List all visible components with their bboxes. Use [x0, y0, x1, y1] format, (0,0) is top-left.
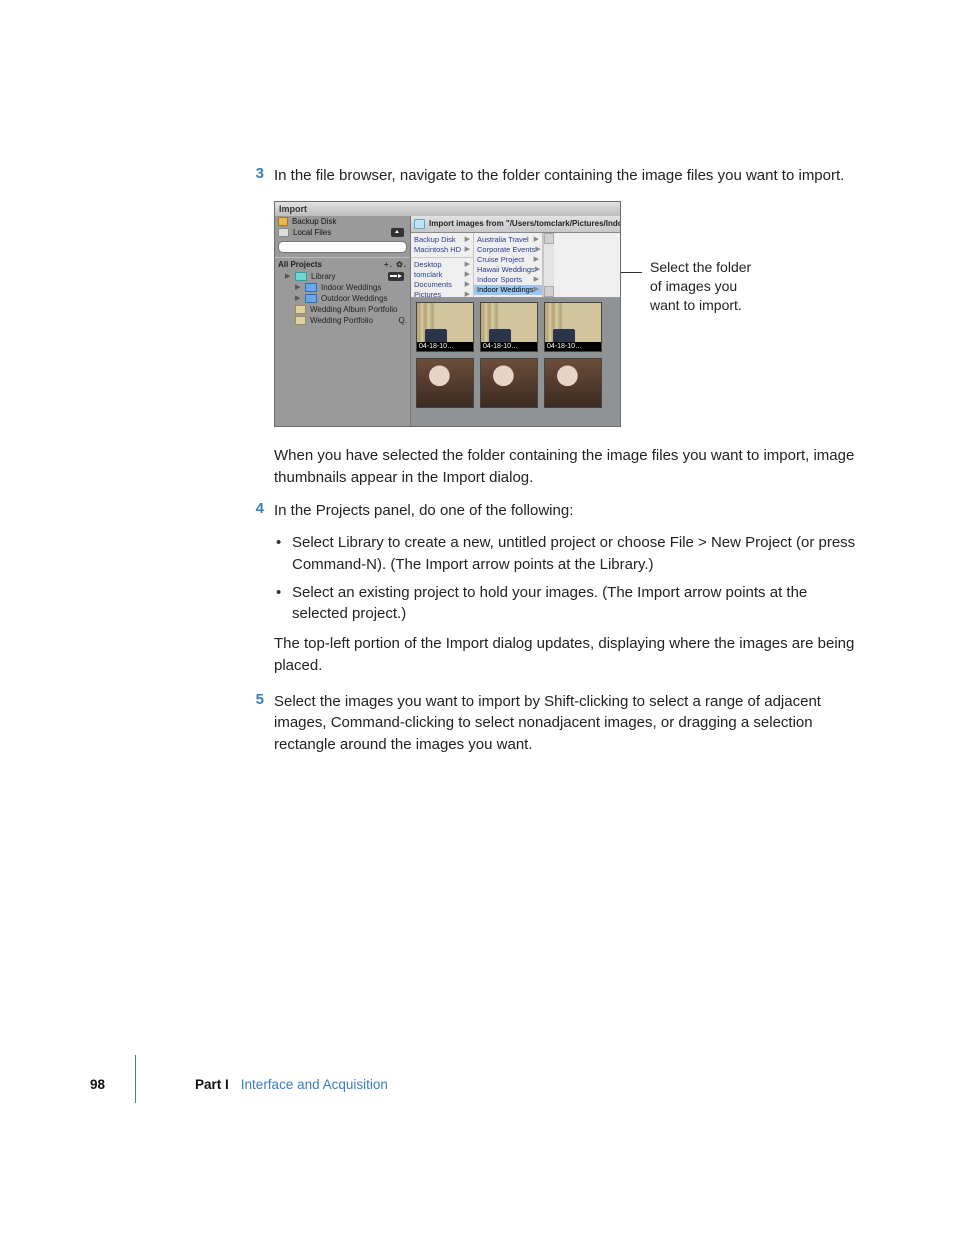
footer-section: Interface and Acquisition [241, 1077, 388, 1092]
callout-line: of images you [650, 277, 751, 296]
step-5-number: 5 [246, 691, 264, 708]
tree-item-label: Outdoor Weddings [321, 294, 388, 303]
disclosure-icon[interactable]: ▶ [285, 272, 291, 280]
browser-row[interactable]: Pictures▶ [411, 290, 473, 297]
browser-row[interactable]: Cruise Project▶ [474, 255, 542, 265]
album-icon [295, 305, 306, 314]
image-thumbnail[interactable] [544, 358, 602, 408]
image-thumbnail[interactable]: 04-18-10… [544, 302, 602, 352]
browser-row[interactable]: Outdoor Sports▶ [474, 295, 542, 297]
callout-leader-line [620, 272, 642, 273]
browser-row[interactable]: Backup Disk▶ [411, 235, 473, 245]
tree-outdoor-weddings[interactable]: ▶ Outdoor Weddings [275, 293, 410, 304]
tree-wedding-portfolio[interactable]: Wedding Portfolio Q. [275, 315, 410, 326]
source-backup-label: Backup Disk [292, 217, 336, 226]
footer-rule [135, 1055, 136, 1103]
eject-icon[interactable] [391, 228, 404, 237]
import-title: Import [275, 202, 620, 217]
projects-header[interactable]: All Projects +. ✿. [275, 257, 410, 271]
album-icon [295, 316, 306, 325]
step-5: 5 Select the images you want to import b… [246, 691, 866, 756]
browser-scrollbar[interactable] [543, 233, 554, 297]
import-destination-arrow-icon [388, 272, 404, 281]
step-4-tail: The top-left portion of the Import dialo… [274, 633, 866, 677]
step-5-text: Select the images you want to import by … [274, 691, 866, 756]
step-3-followup: When you have selected the folder contai… [274, 445, 866, 489]
step-4-bullet-1: Select Library to create a new, untitled… [274, 532, 866, 576]
browser-row[interactable]: Desktop▶ [411, 260, 473, 270]
thumbnail-caption: 04-18-10… [481, 342, 537, 351]
folder-icon [305, 283, 317, 292]
tree-item-label: Indoor Weddings [321, 283, 381, 292]
page-number: 98 [90, 1077, 105, 1092]
tree-library[interactable]: ▶ Library [275, 271, 410, 282]
step-4-bullet-2: Select an existing project to hold your … [274, 582, 866, 626]
image-thumbnail[interactable]: 04-18-10… [416, 302, 474, 352]
source-backup-disk[interactable]: Backup Disk [275, 216, 410, 227]
step-4: 4 In the Projects panel, do one of the f… [246, 500, 866, 676]
source-search-input[interactable] [278, 241, 407, 253]
browser-row[interactable]: Documents▶ [411, 280, 473, 290]
tree-wedding-album-portfolio[interactable]: Wedding Album Portfolio [275, 304, 410, 315]
browser-column-2[interactable]: Australia Travel▶Corporate Events▶Cruise… [474, 233, 543, 297]
source-local-files[interactable]: Local Files [275, 227, 410, 238]
browser-row[interactable]: tomclark▶ [411, 270, 473, 280]
library-icon [295, 272, 307, 281]
browser-row[interactable]: Indoor Sports▶ [474, 275, 542, 285]
disk-icon [278, 217, 288, 226]
figure-callout: Select the folder of images you want to … [620, 201, 751, 315]
folder-icon [414, 219, 425, 229]
source-local-label: Local Files [293, 228, 331, 237]
import-path-header: Import images from "/Users/tomclark/Pict… [411, 216, 621, 233]
import-path-text: Import images from "/Users/tomclark/Pict… [429, 219, 621, 228]
column-browser[interactable]: Backup Disk▶Macintosh HD▶ Desktop▶tomclar… [411, 233, 621, 298]
browser-row[interactable]: Indoor Weddings▶ [474, 285, 542, 295]
step-3-text: In the file browser, navigate to the fol… [274, 165, 844, 187]
callout-line: want to import. [650, 296, 751, 315]
thumbnail-caption: 04-18-10… [545, 342, 601, 351]
callout-line: Select the folder [650, 258, 751, 277]
disclosure-icon[interactable]: ▶ [295, 283, 301, 291]
disclosure-icon[interactable]: ▶ [295, 294, 301, 302]
sources-panel: Backup Disk Local Files All Projects +. … [275, 216, 411, 426]
thumbnail-caption: 04-18-10… [417, 342, 473, 351]
tree-library-label: Library [311, 272, 335, 281]
import-dialog: Import Backup Disk Local Files [274, 201, 621, 427]
browser-row[interactable]: Australia Travel▶ [474, 235, 542, 245]
step-4-body: In the Projects panel, do one of the fol… [274, 500, 866, 676]
browser-row[interactable]: Macintosh HD▶ [411, 245, 473, 255]
thumbnail-grid[interactable]: 04-18-10… 04-18-10… 04-18-10… [411, 298, 621, 426]
step-3-number: 3 [246, 165, 264, 182]
figure-import-dialog: Import Backup Disk Local Files [274, 201, 866, 427]
search-icon[interactable]: Q. [399, 316, 407, 325]
step-3: 3 In the file browser, navigate to the f… [246, 165, 866, 187]
browser-row[interactable]: Hawaii Weddings▶ [474, 265, 542, 275]
drive-icon [278, 228, 289, 237]
tree-indoor-weddings[interactable]: ▶ Indoor Weddings [275, 282, 410, 293]
projects-tools[interactable]: +. ✿. [384, 260, 407, 269]
step-4-lead: In the Projects panel, do one of the fol… [274, 500, 866, 522]
footer-part: Part I [195, 1077, 229, 1092]
import-right-panel: Import images from "/Users/tomclark/Pict… [411, 216, 621, 426]
browser-column-1[interactable]: Backup Disk▶Macintosh HD▶ Desktop▶tomclar… [411, 233, 474, 297]
projects-header-label: All Projects [278, 260, 322, 269]
scroll-down-icon[interactable] [544, 286, 554, 297]
image-thumbnail[interactable] [416, 358, 474, 408]
image-thumbnail[interactable]: 04-18-10… [480, 302, 538, 352]
tree-item-label: Wedding Album Portfolio [310, 305, 397, 314]
tree-item-label: Wedding Portfolio [310, 316, 373, 325]
scroll-up-icon[interactable] [544, 233, 554, 244]
folder-icon [305, 294, 317, 303]
browser-row[interactable]: Corporate Events▶ [474, 245, 542, 255]
image-thumbnail[interactable] [480, 358, 538, 408]
step-4-number: 4 [246, 500, 264, 517]
